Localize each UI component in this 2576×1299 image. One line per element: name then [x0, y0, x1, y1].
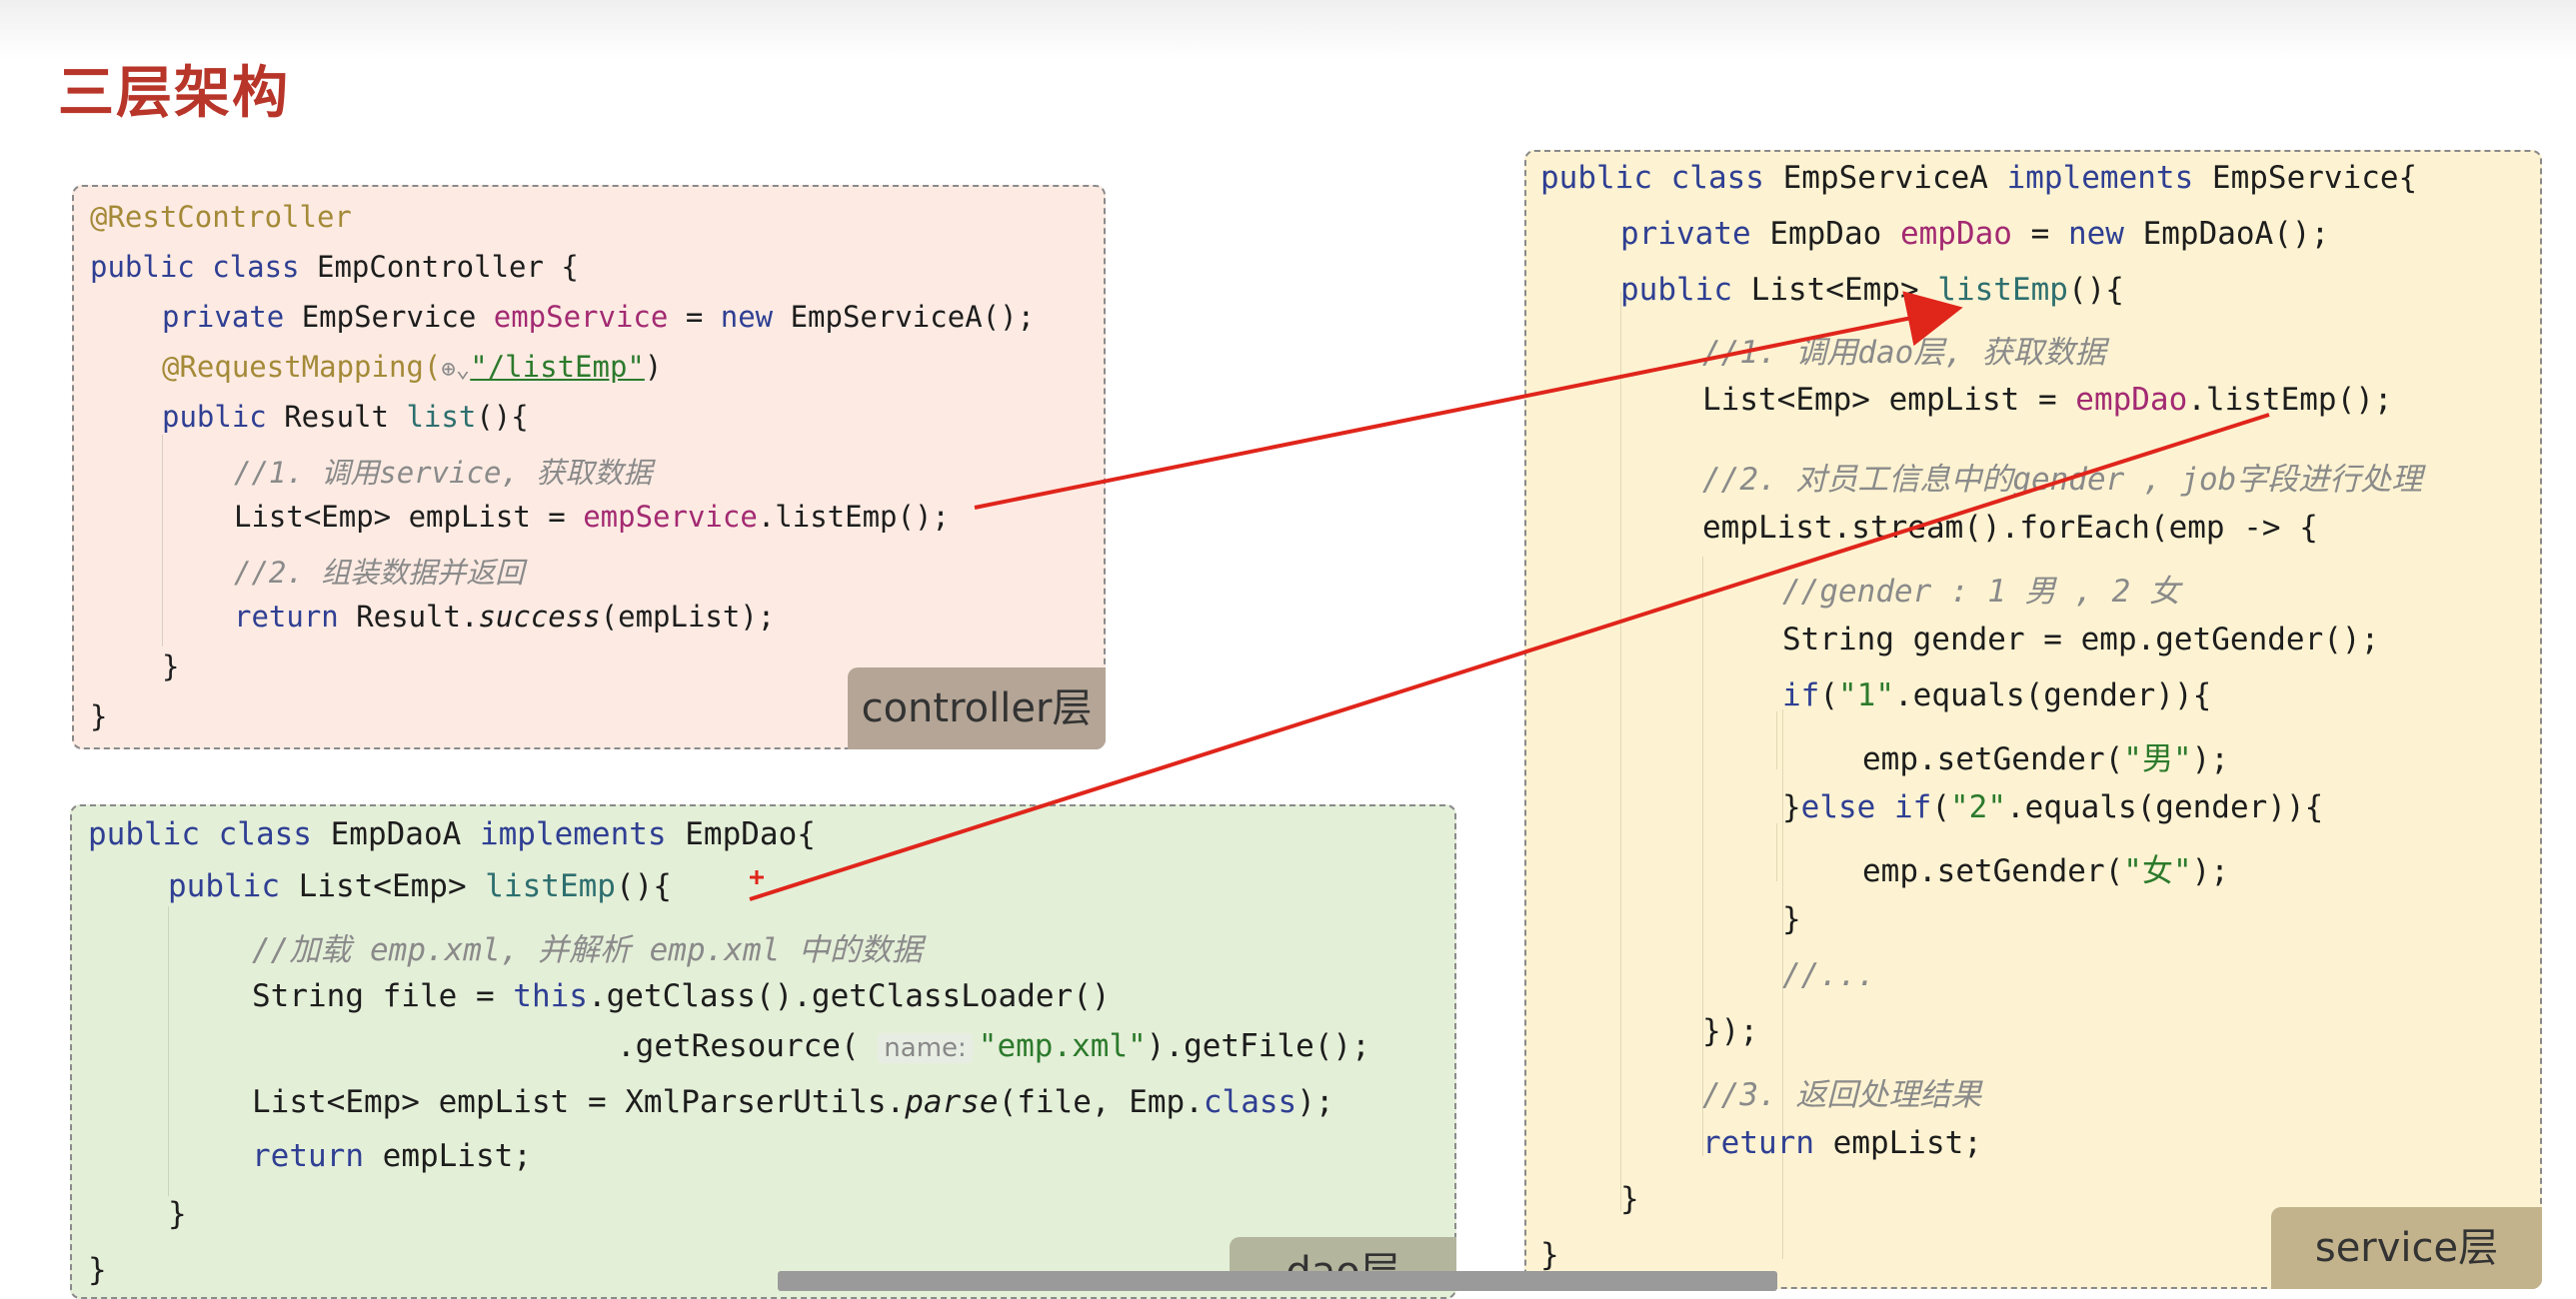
horizontal-scrollbar[interactable]	[778, 1271, 1777, 1291]
service-to-dao-arrow	[749, 413, 2270, 901]
controller-to-service-arrow	[974, 291, 1963, 510]
call-flow-arrows	[749, 291, 2270, 901]
cursor-crosshair-icon	[750, 870, 764, 884]
